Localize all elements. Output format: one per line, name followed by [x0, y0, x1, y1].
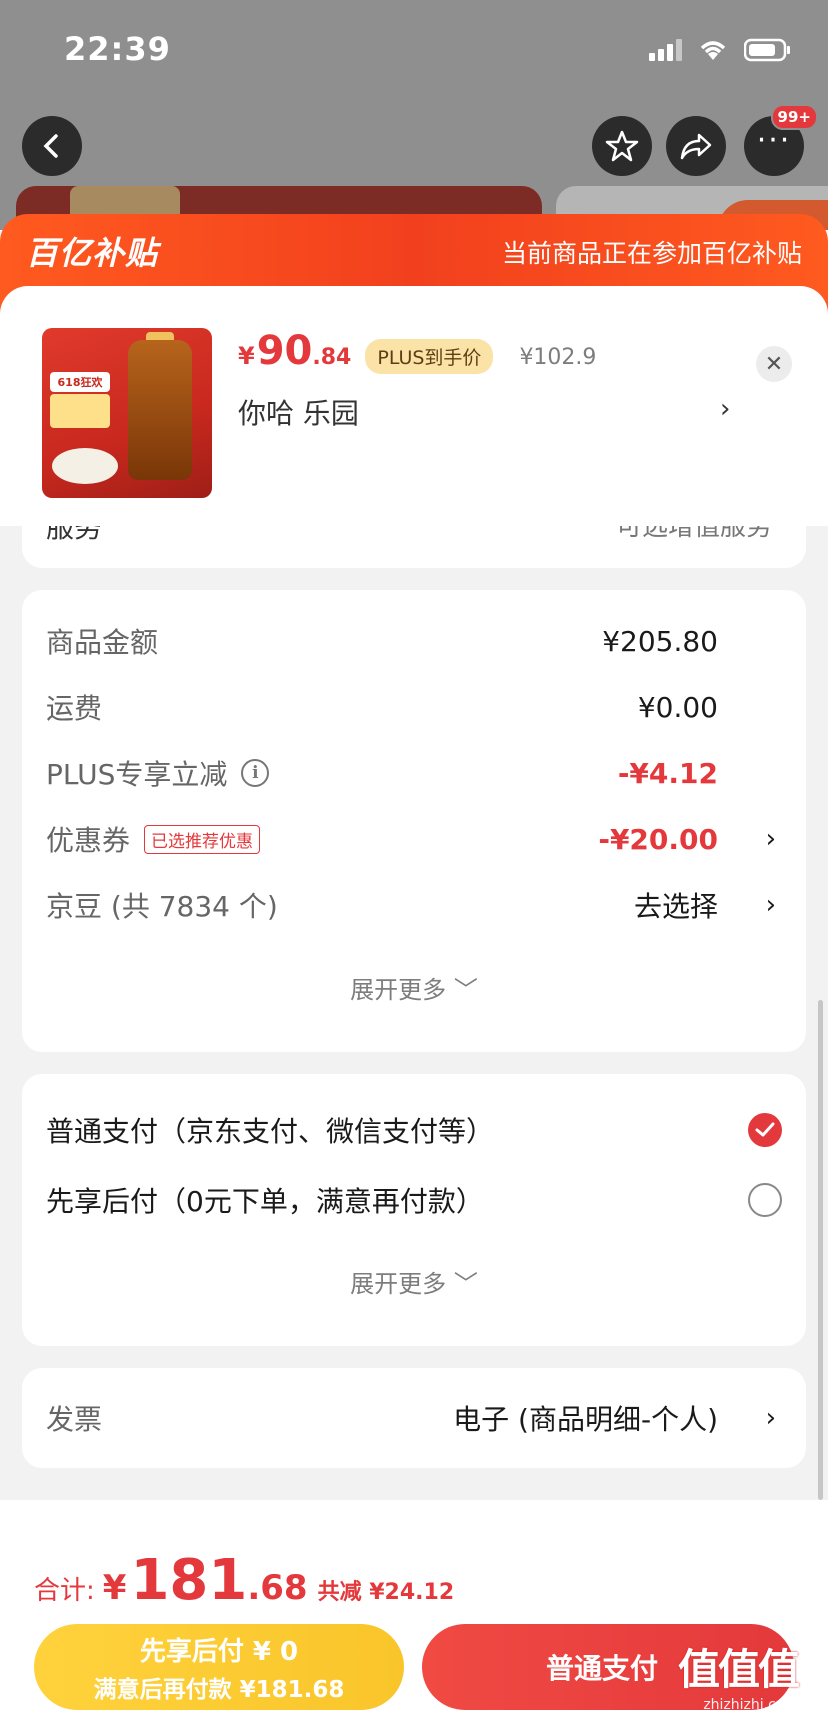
summary-row-goods-amount: 商品金额 ¥205.80 [46, 616, 782, 666]
watermark: 值值值 zhizhizhi.com [677, 1636, 800, 1713]
radio-checked[interactable] [748, 1113, 782, 1147]
wifi-icon [696, 38, 730, 62]
star-icon [605, 130, 639, 162]
normal-pay-label: 普通支付 [546, 1652, 659, 1685]
radio-unchecked[interactable] [748, 1183, 782, 1217]
summary-row-plus-discount: PLUS专享立减 i -¥4.12 [46, 748, 782, 798]
chevron-down-icon: ﹀ [453, 976, 478, 1004]
chevron-right-icon: › [765, 890, 776, 920]
total-symbol: ¥ [102, 1568, 127, 1608]
plus-discount-value: -¥4.12 [617, 756, 718, 790]
share-button[interactable] [666, 116, 726, 176]
payment-option-later[interactable]: 先享后付（0元下单，满意再付款） [46, 1174, 782, 1226]
back-arrow-icon [43, 134, 58, 158]
signal-icon [649, 39, 682, 61]
checkout-bar: 合计: ¥ 181 .68 共减 ¥24.12 先享后付 ¥ 0 满意后再付款 … [0, 1500, 828, 1720]
shipping-value: ¥0.00 [637, 690, 718, 724]
scrollbar[interactable] [818, 1000, 823, 1500]
plus-discount-label: PLUS专享立减 [46, 758, 228, 791]
payment-option-normal[interactable]: 普通支付（京东支付、微信支付等） [46, 1104, 782, 1156]
product-popover: 618狂欢 ¥ 90 .84 PLUS到手价 ¥102.9 你哈 乐园 › ✕ [0, 286, 828, 526]
summary-row-shipping: 运费 ¥0.00 [46, 682, 782, 732]
payment-method-card: 普通支付（京东支付、微信支付等） 先享后付（0元下单，满意再付款） 展开更多 ﹀ [22, 1074, 806, 1346]
close-icon: ✕ [764, 351, 784, 377]
thumb-event-text: 618狂欢 [50, 372, 110, 392]
oil-bottle-image [128, 340, 192, 480]
status-time: 22:39 [64, 30, 171, 68]
summary-expand-more[interactable]: 展开更多 ﹀ [22, 970, 806, 1005]
expand-more-label: 展开更多 [350, 976, 447, 1004]
invoice-card[interactable]: 发票 电子 (商品明细-个人) › [22, 1368, 806, 1468]
product-page-backdrop: 22:39 ··· 99+ [0, 0, 828, 230]
invoice-value: 电子 (商品明细-个人) [453, 1403, 718, 1436]
check-icon [755, 1122, 775, 1137]
pay-later-button[interactable]: 先享后付 ¥ 0 满意后再付款 ¥181.68 [34, 1624, 404, 1710]
goods-amount-label: 商品金额 [46, 626, 159, 659]
expand-more-label: 展开更多 [350, 1270, 447, 1298]
summary-row-jingdou[interactable]: 京豆 (共 7834 个) 去选择 › [46, 880, 782, 930]
status-icons [649, 38, 792, 62]
watermark-domain: zhizhizhi.com [703, 1697, 798, 1713]
total-label: 合计: [34, 1576, 95, 1606]
close-button[interactable]: ✕ [756, 346, 792, 382]
plus-price-tag: PLUS到手价 [365, 339, 494, 374]
jingdou-value: 去选择 [633, 890, 718, 923]
pay-later-line2: 满意后再付款 ¥181.68 [93, 1676, 345, 1703]
chevron-down-icon: ﹀ [453, 1270, 478, 1298]
chevron-right-icon: › [765, 824, 776, 854]
coupon-selected-tag: 已选推荐优惠 [144, 824, 261, 854]
original-price: ¥102.9 [519, 345, 597, 370]
payment-option-later-label: 先享后付（0元下单，满意再付款） [46, 1185, 484, 1218]
payment-expand-more[interactable]: 展开更多 ﹀ [22, 1264, 806, 1299]
more-button[interactable]: ··· 99+ [744, 104, 818, 176]
chevron-right-icon: › [765, 1403, 776, 1433]
delivery-address[interactable]: 你哈 乐园 [238, 392, 359, 432]
battery-icon [744, 38, 792, 62]
thumb-price-label [50, 394, 110, 428]
shipping-label: 运费 [46, 692, 103, 725]
notification-badge: 99+ [770, 104, 818, 130]
favorite-button[interactable] [592, 116, 652, 176]
share-icon [680, 133, 712, 160]
watermark-logo: 值值值 [677, 1645, 800, 1694]
price-row: ¥ 90 .84 PLUS到手价 ¥102.9 [238, 328, 596, 374]
subsidy-logo: 百亿补贴 [26, 234, 159, 272]
coupon-label: 优惠券 [46, 824, 131, 857]
total-decimal: .68 [247, 1568, 308, 1608]
more-icon: ··· [756, 123, 792, 158]
subsidy-text: 当前商品正在参加百亿补贴 [501, 239, 802, 268]
jingdou-label: 京豆 (共 7834 个) [46, 890, 278, 923]
dish-image [52, 448, 118, 484]
goods-amount-value: ¥205.80 [602, 624, 718, 658]
order-summary-card: 商品金额 ¥205.80 运费 ¥0.00 PLUS专享立减 i -¥4.12 … [22, 590, 806, 1052]
price-integer: 90 [256, 328, 313, 374]
product-thumbnail[interactable]: 618狂欢 [42, 328, 212, 498]
chevron-right-icon[interactable]: › [720, 394, 730, 424]
total-integer: 181 [130, 1548, 248, 1613]
coupon-value: -¥20.00 [598, 822, 718, 856]
price-symbol: ¥ [238, 342, 255, 370]
payment-option-normal-label: 普通支付（京东支付、微信支付等） [46, 1115, 495, 1148]
invoice-row[interactable]: 发票 电子 (商品明细-个人) › [46, 1393, 782, 1443]
total-savings: 共减 ¥24.12 [317, 1580, 455, 1605]
total-row: 合计: ¥ 181 .68 共减 ¥24.12 [34, 1548, 454, 1613]
invoice-label: 发票 [46, 1403, 103, 1436]
back-button[interactable] [22, 116, 82, 176]
price-decimal: .84 [312, 345, 352, 370]
summary-row-coupon[interactable]: 优惠券 已选推荐优惠 -¥20.00 › [46, 814, 782, 864]
pay-later-line1: 先享后付 ¥ 0 [139, 1636, 299, 1667]
info-icon[interactable]: i [241, 759, 270, 787]
